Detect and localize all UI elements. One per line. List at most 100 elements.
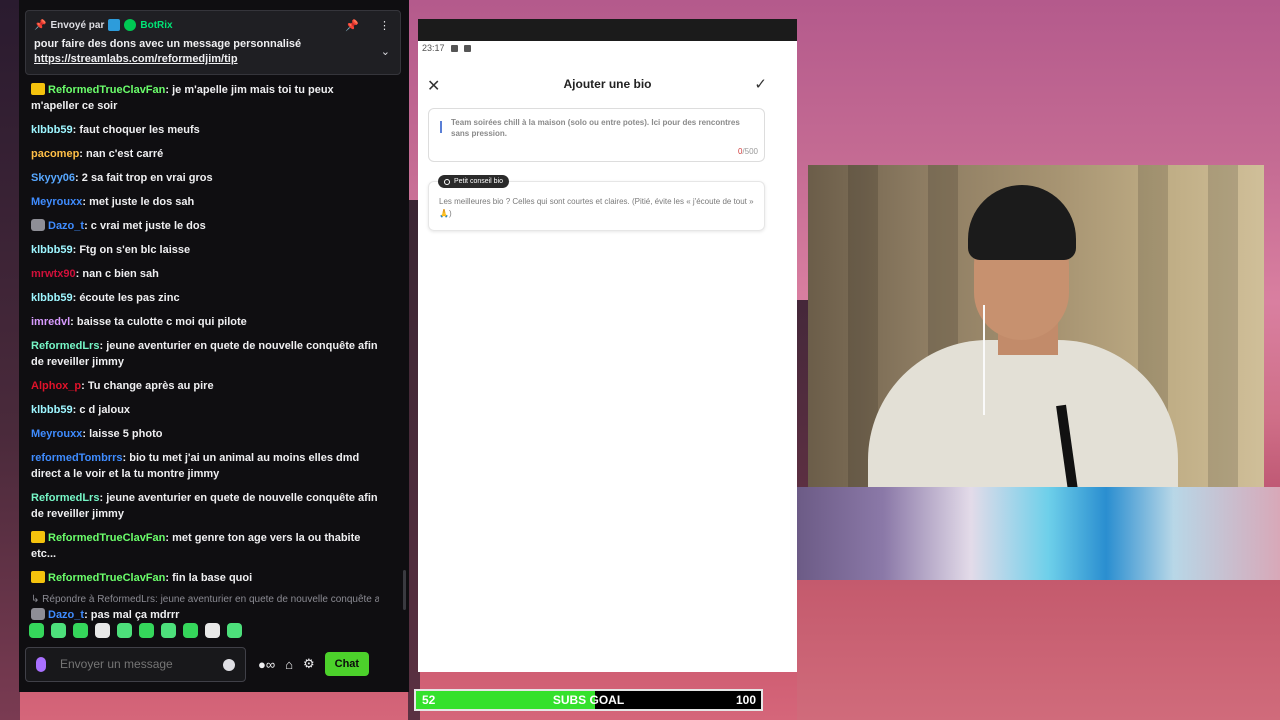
more-options-icon[interactable]: ⋮ xyxy=(379,19,390,32)
tip-label: Petit conseil bio xyxy=(454,178,504,185)
mic-icon[interactable] xyxy=(36,656,46,672)
chat-username[interactable]: klbbb59 xyxy=(31,292,73,304)
chat-username[interactable]: ReformedTrueClavFan xyxy=(48,532,165,544)
emote-icon[interactable] xyxy=(183,623,198,638)
chat-message[interactable]: reformedTombrrs: bio tu met j'ai un anim… xyxy=(31,450,379,482)
chat-message[interactable]: ReformedLrs: jeune aventurier en quete d… xyxy=(31,490,379,522)
emote-row xyxy=(29,623,242,638)
subs-goal-target: 100 xyxy=(735,693,756,707)
chat-username[interactable]: Skyyy06 xyxy=(31,172,75,184)
store-icon[interactable]: ⌂ xyxy=(285,657,293,672)
chat-input[interactable] xyxy=(60,657,210,671)
chat-message[interactable]: Meyrouxx: met juste le dos sah xyxy=(31,194,379,210)
emote-icon[interactable] xyxy=(73,623,88,638)
chat-message-text: laisse 5 photo xyxy=(89,428,163,440)
chat-username[interactable]: Dazo_t xyxy=(48,220,84,232)
chat-message[interactable]: Dazo_t: c vrai met juste le dos xyxy=(31,218,379,234)
chat-input-box[interactable] xyxy=(25,646,246,682)
chat-message[interactable]: pacomep: nan c'est carré xyxy=(31,146,379,162)
counter-max: /500 xyxy=(742,147,758,156)
chat-username[interactable]: klbbb59 xyxy=(31,124,73,136)
pinned-sent-by: Envoyé par xyxy=(50,19,105,31)
pinned-text: pour faire des dons avec un message pers… xyxy=(34,37,374,67)
channel-points-icon[interactable]: ●∞ xyxy=(258,657,275,672)
chat-message[interactable]: ReformedTrueClavFan: met genre ton age v… xyxy=(31,530,379,562)
chat-message-text: met juste le dos sah xyxy=(89,196,195,208)
chat-message[interactable]: Skyyy06: 2 sa fait trop en vrai gros xyxy=(31,170,379,186)
chat-username[interactable]: imredvl xyxy=(31,316,70,328)
chat-message[interactable]: klbbb59: faut choquer les meufs xyxy=(31,122,379,138)
chat-username[interactable]: ReformedTrueClavFan xyxy=(48,572,165,584)
chevron-down-icon[interactable]: ⌄ xyxy=(381,45,390,58)
phone-top-bar xyxy=(418,19,797,41)
emote-icon[interactable] xyxy=(139,623,154,638)
emote-icon[interactable] xyxy=(51,623,66,638)
reply-context[interactable]: ↳ Répondre à ReformedLrs: jeune aventuri… xyxy=(31,594,379,605)
tip-card: Les meilleures bio ? Celles qui sont cou… xyxy=(428,181,765,231)
chat-username[interactable]: ReformedLrs xyxy=(31,492,99,504)
text-cursor xyxy=(440,121,442,133)
emote-icon[interactable] xyxy=(205,623,220,638)
user-badge-icon xyxy=(31,219,45,231)
chat-message[interactable]: Dazo_t: pas mal ça mdrrr xyxy=(31,607,379,623)
chat-username[interactable]: ReformedTrueClavFan xyxy=(48,84,165,96)
chat-username[interactable]: ReformedLrs xyxy=(31,340,99,352)
chat-message[interactable]: imredvl: baisse ta culotte c moi qui pil… xyxy=(31,314,379,330)
chat-message-text: baisse ta culotte c moi qui pilote xyxy=(76,316,247,328)
chat-username[interactable]: mrwtx90 xyxy=(31,268,76,280)
reply-context-text: Répondre à ReformedLrs: jeune aventurier… xyxy=(42,594,379,605)
background-left xyxy=(0,0,20,720)
user-badge-icon xyxy=(31,608,45,620)
chat-message-text: c d jaloux xyxy=(79,404,131,416)
chat-send-button[interactable]: Chat xyxy=(324,652,370,676)
crown-badge-icon xyxy=(31,571,45,583)
streamer-body xyxy=(868,340,1178,487)
pinned-message[interactable]: 📌 Envoyé par BotRix 📌 ⋮ pour faire des d… xyxy=(25,10,401,75)
chat-message[interactable]: mrwtx90: nan c bien sah xyxy=(31,266,379,282)
emote-icon[interactable] xyxy=(117,623,132,638)
bio-text-field[interactable]: Team soirées chill à la maison (solo ou … xyxy=(428,108,765,162)
chat-username[interactable]: Meyrouxx xyxy=(31,196,82,208)
chat-message[interactable]: ReformedLrs: jeune aventurier en quete d… xyxy=(31,338,379,370)
chat-message-text: faut choquer les meufs xyxy=(79,124,200,136)
chat-username[interactable]: klbbb59 xyxy=(31,244,73,256)
emote-icon[interactable] xyxy=(29,623,44,638)
chat-message-text: 2 sa fait trop en vrai gros xyxy=(81,172,213,184)
webcam-feed xyxy=(808,165,1264,487)
verified-badge-icon xyxy=(124,19,137,31)
pinned-bot-name[interactable]: BotRix xyxy=(140,20,172,31)
emoji-picker-icon[interactable] xyxy=(223,658,235,671)
phone-screen: 23:17 ✕ Ajouter une bio ✓ Team soirées c… xyxy=(418,19,797,672)
chat-message-text: fin la base quoi xyxy=(172,572,253,584)
crown-badge-icon xyxy=(31,83,45,95)
pinned-header: 📌 Envoyé par BotRix xyxy=(34,17,392,33)
chat-username[interactable]: Alphox_p xyxy=(31,380,81,392)
chat-message[interactable]: Alphox_p: Tu change après au pire xyxy=(31,378,379,394)
chat-message-text: Tu change après au pire xyxy=(87,380,214,392)
gear-icon[interactable]: ⚙ xyxy=(303,656,315,672)
chat-tools: ●∞ ⌂ ⚙ xyxy=(258,656,315,672)
chat-message-text: écoute les pas zinc xyxy=(79,292,180,304)
chat-username[interactable]: reformedTombrrs xyxy=(31,452,122,464)
chat-username[interactable]: Dazo_t xyxy=(48,609,84,621)
subs-goal-bar: 52 SUBS GOAL 100 xyxy=(414,689,763,711)
chat-message[interactable]: klbbb59: écoute les pas zinc xyxy=(31,290,379,306)
chat-panel: 📌 Envoyé par BotRix 📌 ⋮ pour faire des d… xyxy=(19,0,409,692)
chat-message[interactable]: ReformedTrueClavFan: je m'apelle jim mai… xyxy=(31,82,379,114)
emote-icon[interactable] xyxy=(95,623,110,638)
chat-username[interactable]: Meyrouxx xyxy=(31,428,82,440)
chat-scrollbar[interactable] xyxy=(403,570,406,610)
chat-username[interactable]: pacomep xyxy=(31,148,79,160)
chat-message[interactable]: klbbb59: Ftg on s'en blc laisse xyxy=(31,242,379,258)
streamer-beanie xyxy=(968,185,1076,260)
chat-message[interactable]: klbbb59: c d jaloux xyxy=(31,402,379,418)
unpin-icon[interactable]: 📌 xyxy=(345,19,359,32)
pinned-link[interactable]: https://streamlabs.com/reformedjim/tip xyxy=(34,52,374,67)
emote-icon[interactable] xyxy=(161,623,176,638)
chat-username[interactable]: klbbb59 xyxy=(31,404,73,416)
chat-message[interactable]: ReformedTrueClavFan: fin la base quoi xyxy=(31,570,379,586)
chat-message[interactable]: Meyrouxx: laisse 5 photo xyxy=(31,426,379,442)
emote-icon[interactable] xyxy=(227,623,242,638)
confirm-check-icon[interactable]: ✓ xyxy=(754,75,767,93)
curtain-fold xyxy=(1208,165,1238,487)
